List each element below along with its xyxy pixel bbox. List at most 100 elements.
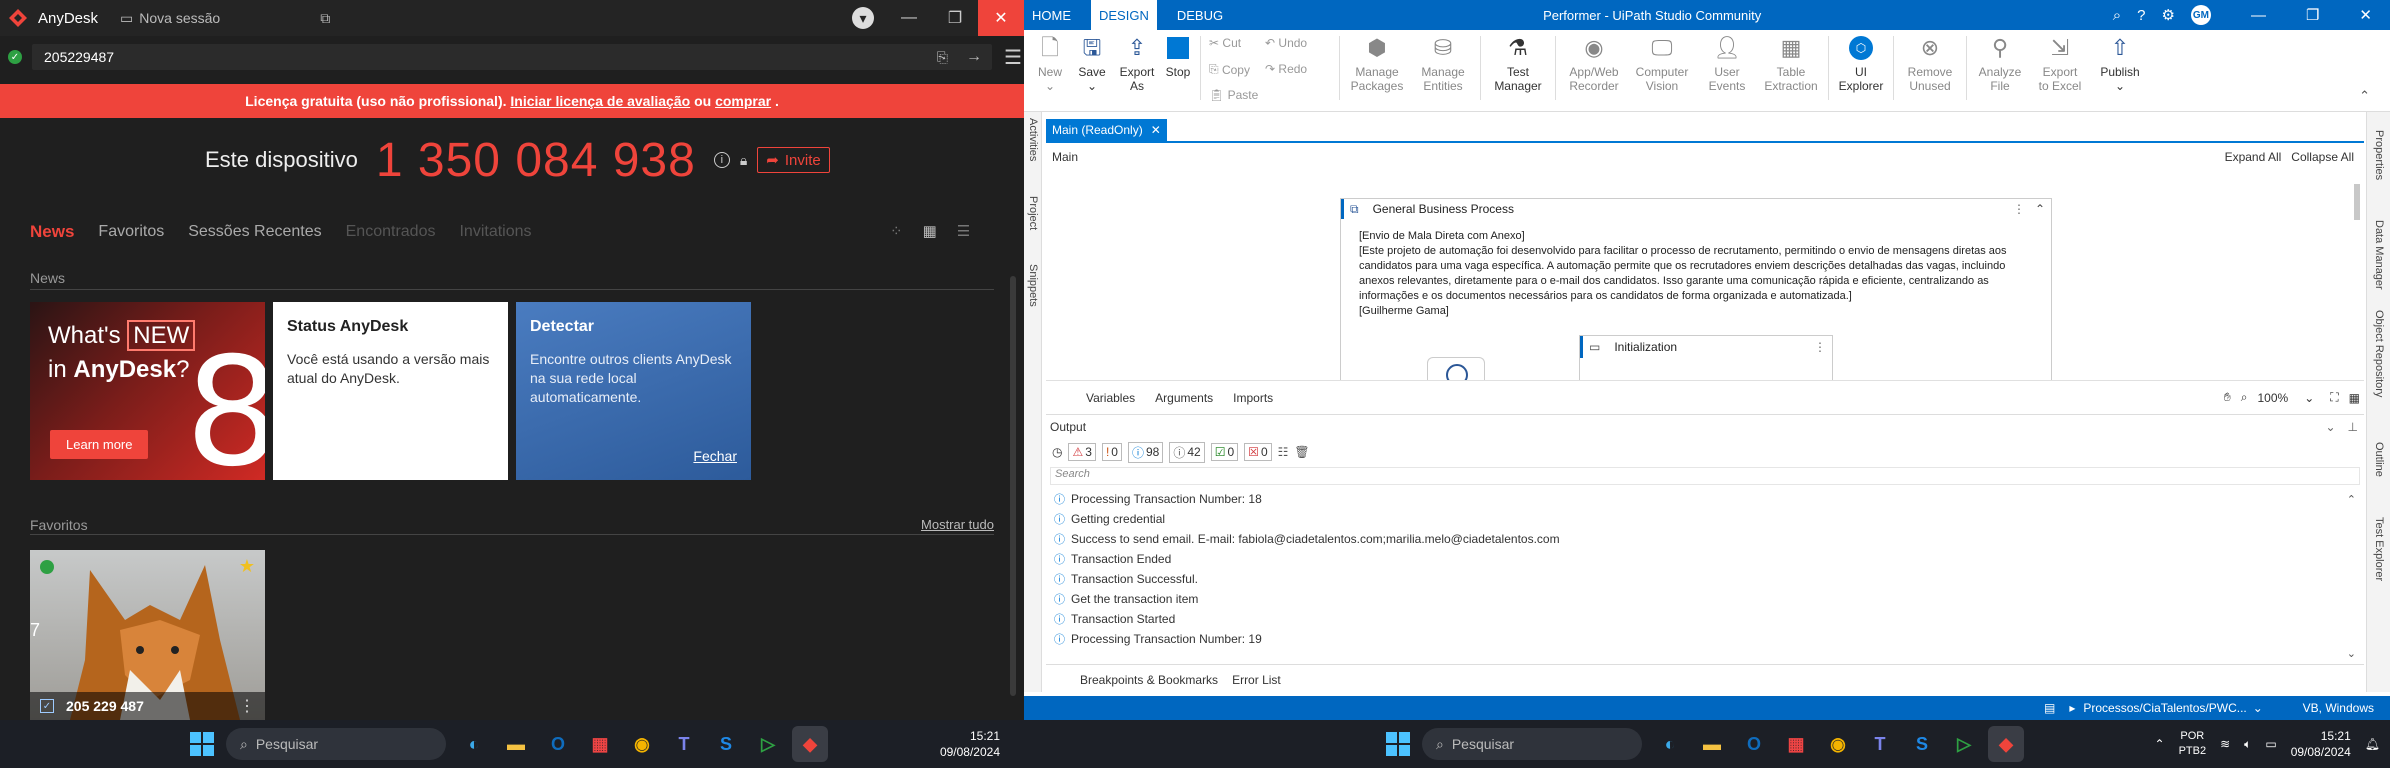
breakpoints-tab[interactable]: Breakpoints & Bookmarks xyxy=(1080,673,1218,687)
help-icon[interactable]: ? xyxy=(2137,7,2145,24)
maximize-button[interactable]: ❐ xyxy=(932,0,978,36)
log-row[interactable]: ⓘ Get the transaction item xyxy=(1046,589,2364,609)
recorder-button[interactable]: ◉ App/Web Recorder xyxy=(1560,30,1628,94)
uipath-assistant-icon[interactable]: ▷ xyxy=(1946,726,1982,762)
path-dropdown-icon[interactable]: ⌄ xyxy=(2253,701,2263,715)
news-card-status[interactable]: Status AnyDesk Você está usando a versão… xyxy=(273,302,508,480)
scroll-down-icon[interactable]: ⌄ xyxy=(2347,647,2356,660)
copy-button[interactable]: ⎘ Copy xyxy=(1209,62,1250,77)
calendar-app-icon[interactable]: ▦ xyxy=(1778,726,1814,762)
warnings-filter[interactable]: ! 0 xyxy=(1101,443,1122,461)
manage-packages-button[interactable]: ⬢ Manage Packages xyxy=(1344,30,1410,94)
general-business-process-activity[interactable]: ⧉ General Business Process ⋮ ⌃ [Envio de… xyxy=(1340,198,2052,386)
user-avatar[interactable]: GM xyxy=(2190,5,2211,25)
cut-button[interactable]: ✂ Cut xyxy=(1209,36,1241,50)
news-card-detect[interactable]: Detectar Encontre outros clients AnyDesk… xyxy=(516,302,751,480)
remove-unused-button[interactable]: ⊗ Remove Unused xyxy=(1898,30,1962,94)
outline-panel-tab[interactable]: Outline xyxy=(2373,442,2385,477)
snippets-panel-tab[interactable]: Snippets xyxy=(1027,264,1039,307)
analyze-file-button[interactable]: ⚲ Analyze File xyxy=(1971,30,2029,94)
tab-discovered[interactable]: Encontrados xyxy=(346,223,436,241)
teams-icon[interactable]: T xyxy=(1862,726,1898,762)
calendar-app-icon[interactable]: ▦ xyxy=(582,726,618,762)
menu-design[interactable]: DESIGN xyxy=(1091,0,1157,31)
orchestrator-path[interactable]: Processos/CiaTalentos/PWC... xyxy=(2083,701,2246,715)
close-button[interactable]: ✕ xyxy=(978,0,1024,36)
clear-trash-icon[interactable]: 🗑︎ xyxy=(1294,445,1309,459)
taskbar-search[interactable]: ⌕ Pesquisar xyxy=(1422,728,1642,760)
start-button[interactable] xyxy=(1380,726,1416,762)
large-tiles-icon[interactable]: ⁘ xyxy=(890,222,903,240)
activities-panel-tab[interactable]: Activities xyxy=(1027,118,1039,161)
info-icon[interactable]: i xyxy=(713,152,730,168)
list-options-icon[interactable]: ☷ xyxy=(1278,445,1289,459)
overview-icon[interactable]: ▦ xyxy=(2349,391,2360,405)
imports-tab[interactable]: Imports xyxy=(1233,391,1273,405)
anydesk-taskbar-icon[interactable]: ◆ xyxy=(1988,726,2024,762)
start-button[interactable] xyxy=(184,726,220,762)
anydesk-tab[interactable]: AnyDesk xyxy=(6,6,98,30)
ui-explorer-button[interactable]: ⬡ UI Explorer xyxy=(1833,30,1889,93)
download-button[interactable]: ▾ xyxy=(840,0,886,36)
project-panel-tab[interactable]: Project xyxy=(1027,196,1039,230)
more-options-icon[interactable]: ⋮ xyxy=(1814,340,1826,354)
zoom-dropdown-icon[interactable]: ⌄ xyxy=(2304,391,2314,405)
object-repository-panel-tab[interactable]: Object Repository xyxy=(2373,310,2385,397)
menu-home[interactable]: HOME xyxy=(1032,8,1071,23)
connect-arrow-icon[interactable]: → xyxy=(966,48,982,66)
tiles-icon[interactable]: ▦ xyxy=(923,222,937,240)
fatal-filter[interactable]: ☒ 0 xyxy=(1244,443,1272,461)
log-row[interactable]: ⓘ Processing Transaction Number: 19 xyxy=(1046,629,2364,649)
test-explorer-panel-tab[interactable]: Test Explorer xyxy=(2373,517,2385,581)
zoom-icon[interactable]: ⌕ xyxy=(2241,390,2248,405)
output-search-input[interactable]: Search xyxy=(1050,467,2360,485)
redo-button[interactable]: ↷ Redo xyxy=(1265,62,1307,76)
file-transfer-icon[interactable]: ⎘ xyxy=(937,49,948,66)
close-detect-link[interactable]: Fechar xyxy=(693,448,737,464)
hand-pan-icon[interactable]: ✋︎ xyxy=(2224,390,2231,405)
address-input[interactable]: 205229487 ⎘ → xyxy=(32,44,992,70)
info-filter[interactable]: ⓘ 98 xyxy=(1127,441,1164,463)
error-list-tab[interactable]: Error List xyxy=(1232,673,1281,687)
show-all-link[interactable]: Mostrar tudo xyxy=(921,517,994,532)
export-excel-button[interactable]: ⇲ Export to Excel xyxy=(2029,30,2091,94)
scroll-up-icon[interactable]: ⌃ xyxy=(2347,493,2356,506)
doc-tab-main[interactable]: Main (ReadOnly) ✕ xyxy=(1046,119,1167,141)
variables-tab[interactable]: Variables xyxy=(1086,391,1135,405)
menu-debug[interactable]: DEBUG xyxy=(1177,8,1223,23)
more-options-icon[interactable]: ⋮ xyxy=(239,696,255,716)
scrollbar-thumb[interactable] xyxy=(1010,276,1016,696)
initialization-state[interactable]: ▭ Initialization ⋮ xyxy=(1579,335,1833,381)
uipath-studio-icon[interactable]: S xyxy=(708,726,744,762)
chrome-icon[interactable]: ◉ xyxy=(1820,726,1856,762)
log-row[interactable]: ⓘ Success to send email. E-mail: fabiola@… xyxy=(1046,529,2364,549)
teams-icon[interactable]: T xyxy=(666,726,702,762)
battery-icon[interactable]: ▭ xyxy=(2265,737,2276,751)
chrome-icon[interactable]: ◉ xyxy=(624,726,660,762)
outlook-icon[interactable]: O xyxy=(540,726,576,762)
file-explorer-icon[interactable]: ▬ xyxy=(498,726,534,762)
collapse-all-link[interactable]: Collapse All xyxy=(2291,150,2354,164)
start-node[interactable] xyxy=(1427,357,1485,386)
undo-button[interactable]: ↶ Undo xyxy=(1265,36,1307,50)
learn-more-button[interactable]: Learn more xyxy=(50,430,149,459)
tab-favorites[interactable]: Favoritos xyxy=(98,223,164,241)
new-button[interactable]: 🗋︎ New ⌄ xyxy=(1030,30,1070,94)
compatibility-label[interactable]: VB, Windows xyxy=(2303,701,2374,715)
computer-vision-button[interactable]: 🖵︎ Computer Vision xyxy=(1628,30,1696,94)
anydesk-scrollbar[interactable] xyxy=(1010,262,1018,712)
wifi-icon[interactable]: ≋ xyxy=(2220,737,2230,751)
uipath-assistant-icon[interactable]: ▷ xyxy=(750,726,786,762)
close-tab-icon[interactable]: ✕ xyxy=(1151,123,1161,137)
trace-filter[interactable]: ⓘ 42 xyxy=(1169,441,1205,463)
collapse-ribbon-icon[interactable]: ⌃ xyxy=(2359,88,2370,104)
favorite-tile[interactable]: ★ 7 ✓ 205 229 487 ⋮ xyxy=(30,550,265,720)
fit-screen-icon[interactable]: ⛶ xyxy=(2330,390,2338,405)
log-row[interactable]: ⓘ Transaction Successful. xyxy=(1046,569,2364,589)
expand-all-link[interactable]: Expand All xyxy=(2225,150,2282,164)
stop-button[interactable]: Stop xyxy=(1160,30,1196,79)
edge-icon[interactable]: ◐ xyxy=(1652,726,1688,762)
tab-invitations[interactable]: Invitations xyxy=(459,223,531,241)
tab-news[interactable]: News xyxy=(30,222,74,242)
notifications-icon[interactable]: 🔔︎ xyxy=(2365,737,2380,751)
